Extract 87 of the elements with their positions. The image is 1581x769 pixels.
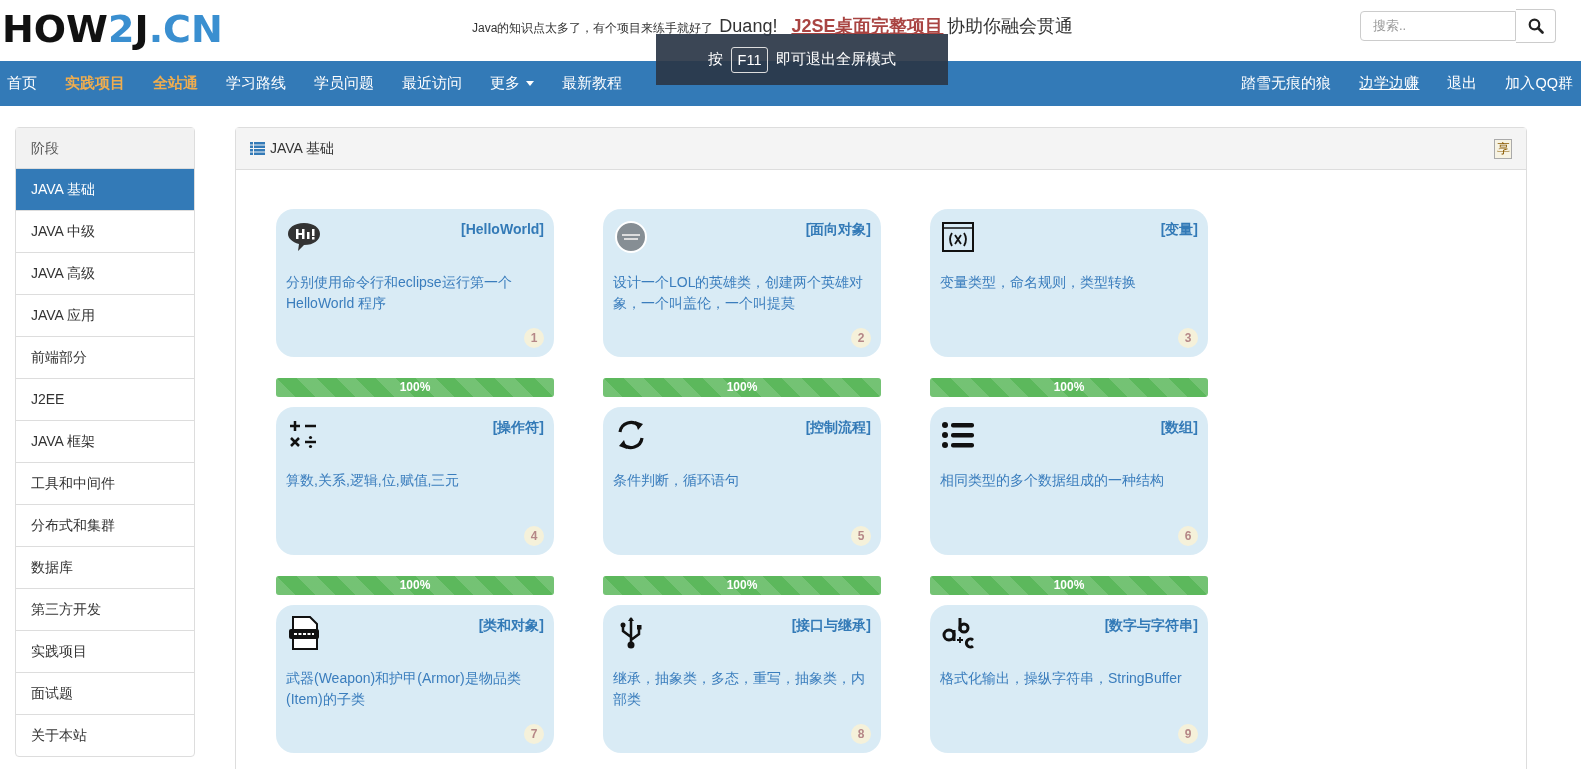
sidebar-item[interactable]: 分布式和集群 xyxy=(16,505,194,547)
lesson-number: 3 xyxy=(1178,328,1198,348)
slogan-shout: Duang! xyxy=(719,15,778,37)
search-icon xyxy=(1527,17,1544,34)
letters-icon xyxy=(940,615,976,651)
nav-link[interactable]: 实践项目 xyxy=(51,61,139,106)
progress-label: 100% xyxy=(398,577,432,594)
list-icon xyxy=(250,142,265,155)
sidebar-item[interactable]: JAVA 基础 xyxy=(16,169,194,211)
card-description: 设计一个LOL的英雄类，创建两个英雄对象，一个叫盖伦，一个叫提莫 xyxy=(613,273,865,313)
card-title[interactable]: [接口与继承] xyxy=(791,617,871,635)
nav-link[interactable]: 边学边赚 xyxy=(1345,61,1434,106)
lesson-card[interactable]: [数组] 相同类型的多个数据组成的一种结构 6 xyxy=(930,407,1208,555)
card-title[interactable]: [变量] xyxy=(1160,221,1198,239)
lesson-card[interactable]: [控制流程] 条件判断，循环语句 5 xyxy=(603,407,881,555)
card-title[interactable]: [面向对象] xyxy=(805,221,871,239)
nav-link[interactable]: 退出 xyxy=(1433,61,1492,106)
sidebar-item[interactable]: JAVA 应用 xyxy=(16,295,194,337)
sidebar-item[interactable]: 数据库 xyxy=(16,547,194,589)
nav-link[interactable]: 全站通 xyxy=(139,61,212,106)
lesson-card[interactable]: [操作符] 算数,关系,逻辑,位,赋值,三元 4 xyxy=(276,407,554,555)
nav-link[interactable]: 更多 xyxy=(476,61,548,106)
sidebar-item[interactable]: 面试题 xyxy=(16,673,194,715)
lesson-card[interactable]: [面向对象] 设计一个LOL的英雄类，创建两个英雄对象，一个叫盖伦，一个叫提莫 2 xyxy=(603,209,881,357)
notice-text: 按 xyxy=(707,50,723,69)
slogan-text: Java的知识点太多了，有个项目来练手就好了 xyxy=(472,19,714,37)
variable-icon xyxy=(940,219,976,255)
sidebar-item[interactable]: JAVA 框架 xyxy=(16,421,194,463)
sidebar-heading: 阶段 xyxy=(16,128,194,169)
nav-link[interactable]: 加入QQ群 xyxy=(1491,61,1581,106)
sidebar-item[interactable]: J2EE xyxy=(16,379,194,421)
card-title[interactable]: [控制流程] xyxy=(805,419,871,437)
progress-label: 100% xyxy=(1052,379,1086,396)
sidebar-item[interactable]: 工具和中间件 xyxy=(16,463,194,505)
search-button[interactable] xyxy=(1516,8,1556,43)
lesson-card[interactable]: [接口与继承] 继承，抽象类，多态，重写，抽象类，内部类 8 xyxy=(603,605,881,753)
card-description: 武器(Weapon)和护甲(Armor)是物品类(Item)的子类 xyxy=(286,669,522,709)
card-title[interactable]: [HelloWorld] xyxy=(461,221,544,237)
file-icon xyxy=(286,615,322,651)
lesson-card[interactable]: [HelloWorld] 分别使用命令行和eclipse运行第一个HelloWorld 程序 1 xyxy=(276,209,554,357)
emblem-icon xyxy=(613,219,649,255)
nav-link[interactable]: 踏雪无痕的狼 xyxy=(1227,61,1346,106)
card-title[interactable]: [数组] xyxy=(1160,419,1198,437)
lesson-number: 1 xyxy=(524,328,544,348)
sidebar-item[interactable]: 实践项目 xyxy=(16,631,194,673)
lesson-number: 6 xyxy=(1178,526,1198,546)
panel-title: JAVA 基础 xyxy=(270,139,335,158)
card-description: 变量类型，命名规则，类型转换 xyxy=(940,273,1137,292)
card-description: 算数,关系,逻辑,位,赋值,三元 xyxy=(286,471,461,490)
sidebar-item[interactable]: 前端部分 xyxy=(16,337,194,379)
card-title[interactable]: [类和对象] xyxy=(478,617,544,635)
lesson-number: 8 xyxy=(851,724,871,744)
progress-label: 100% xyxy=(398,379,432,396)
search-field[interactable]: 搜索.. xyxy=(1360,10,1516,41)
progress-label: 100% xyxy=(725,577,759,594)
lesson-number: 2 xyxy=(851,328,871,348)
lesson-number: 5 xyxy=(851,526,871,546)
lesson-number: 7 xyxy=(524,724,544,744)
nav-link[interactable]: 学员问题 xyxy=(300,61,388,106)
sidebar-item[interactable]: JAVA 高级 xyxy=(16,253,194,295)
notice-text: 即可退出全屏模式 xyxy=(776,50,897,69)
lesson-card[interactable]: [变量] 变量类型，命名规则，类型转换 3 xyxy=(930,209,1208,357)
card-title[interactable]: [数字与字符串] xyxy=(1104,617,1198,635)
sidebar-item[interactable]: 关于本站 xyxy=(16,715,194,756)
lesson-card[interactable]: [数字与字符串] 格式化输出，操纵字符串，StringBuffer 9 xyxy=(930,605,1208,753)
card-description: 相同类型的多个数据组成的一种结构 xyxy=(940,471,1165,490)
sidebar-item[interactable]: 第三方开发 xyxy=(16,589,194,631)
lesson-card[interactable]: [类和对象] 武器(Weapon)和护甲(Armor)是物品类(Item)的子类 7 xyxy=(276,605,554,753)
key-label: F11 xyxy=(730,46,769,73)
slogan-tail: 协助你融会贯通 xyxy=(947,14,1074,38)
lesson-number: 4 xyxy=(524,526,544,546)
nav-link[interactable]: 最近访问 xyxy=(388,61,476,106)
progress-label: 100% xyxy=(1052,577,1086,594)
nav-link[interactable]: 首页 xyxy=(0,61,51,106)
nav-link[interactable]: 最新教程 xyxy=(548,61,636,106)
card-description: 继承，抽象类，多态，重写，抽象类，内部类 xyxy=(613,669,866,709)
progress-label: 100% xyxy=(725,379,759,396)
card-title[interactable]: [操作符] xyxy=(492,419,544,437)
site-logo[interactable]: HOW2J.CN xyxy=(2,9,472,48)
nav-link[interactable]: 学习路线 xyxy=(212,61,300,106)
share-button[interactable]: 享 xyxy=(1494,138,1512,159)
lesson-number: 9 xyxy=(1178,724,1198,744)
card-description: 条件判断，循环语句 xyxy=(613,471,740,490)
card-description: 分别使用命令行和eclipse运行第一个HelloWorld 程序 xyxy=(286,273,513,313)
sidebar-item[interactable]: JAVA 中级 xyxy=(16,211,194,253)
project-link[interactable]: J2SE桌面完整项目 xyxy=(791,13,944,38)
card-description: 格式化输出，操纵字符串，StringBuffer xyxy=(940,669,1183,688)
